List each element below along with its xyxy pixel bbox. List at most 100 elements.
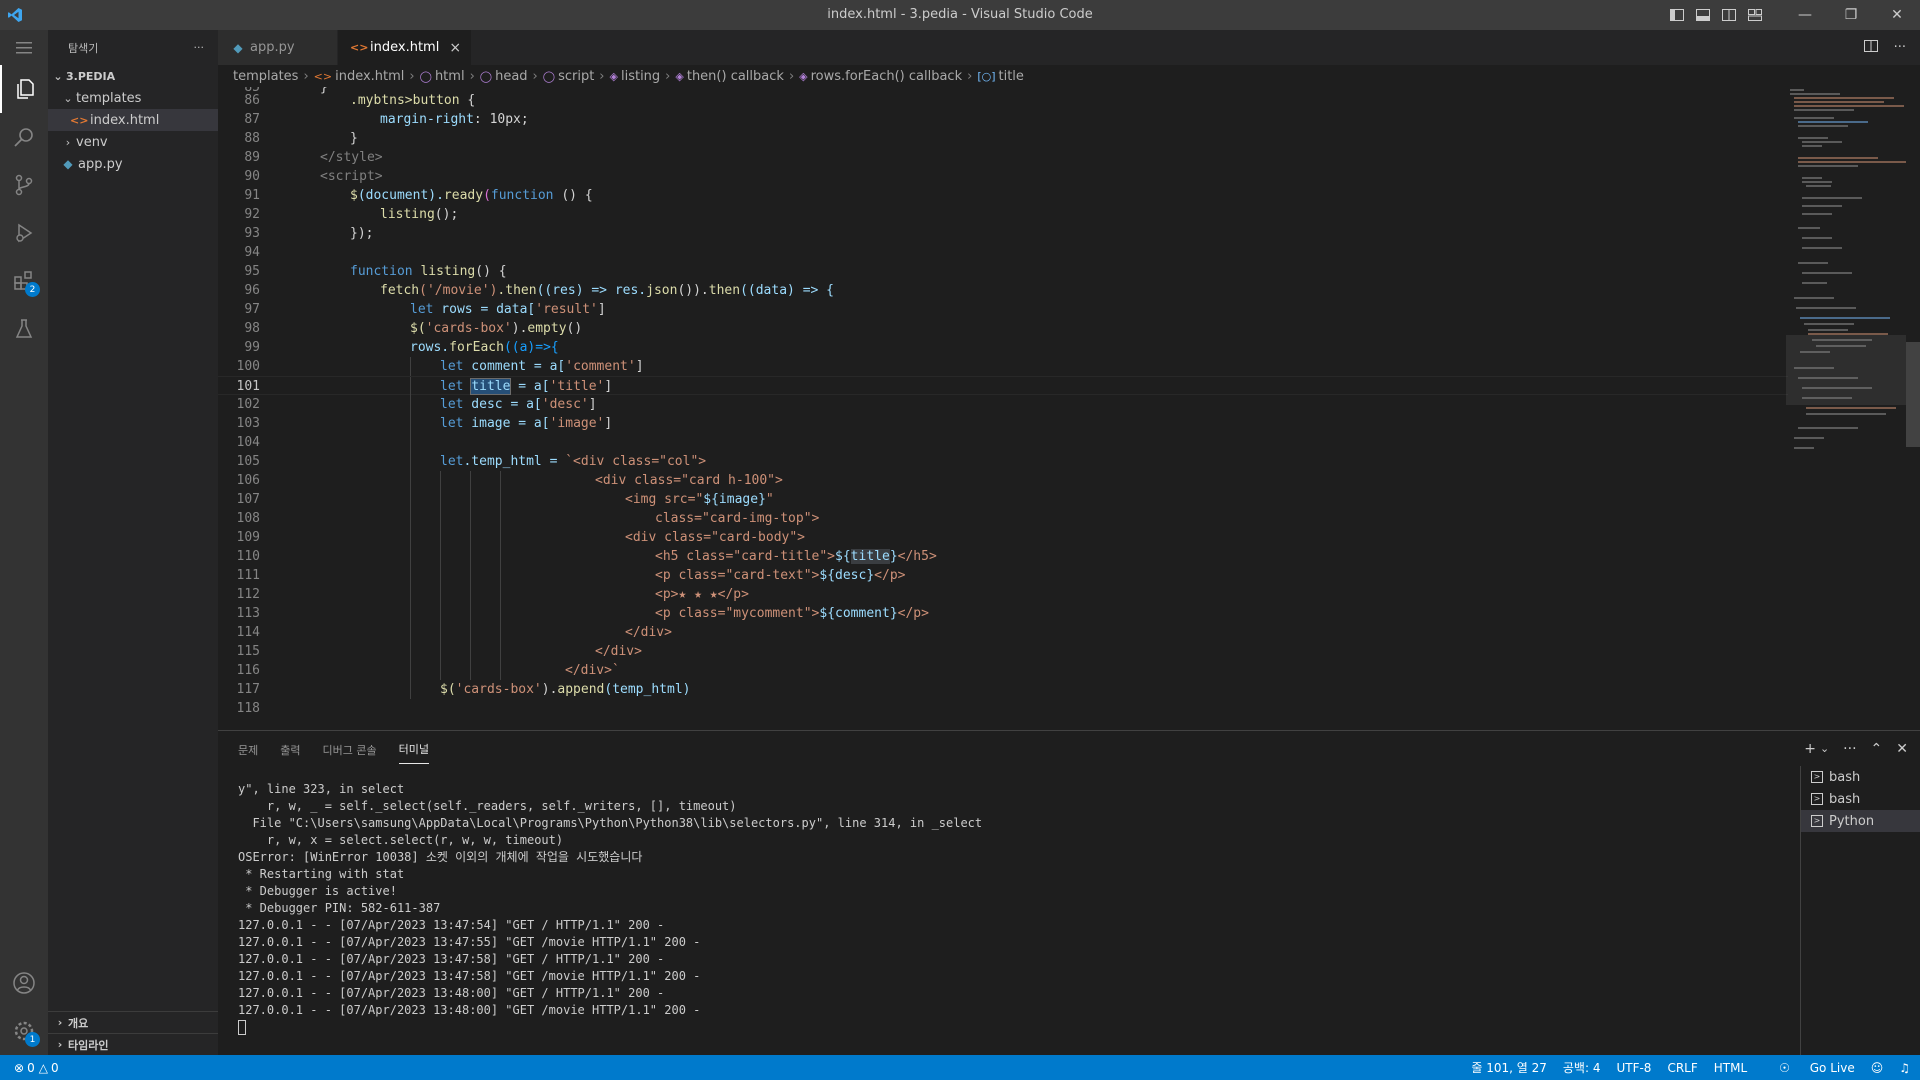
- menu-icon[interactable]: [0, 30, 48, 65]
- testing-icon[interactable]: [0, 305, 48, 353]
- line-number: 105: [236, 454, 260, 469]
- line-number: 117: [236, 682, 260, 697]
- explorer-icon[interactable]: [0, 65, 48, 113]
- encoding[interactable]: UTF-8: [1616, 1061, 1651, 1075]
- panel-more-button[interactable]: ···: [1843, 741, 1856, 757]
- line-number: 100: [236, 359, 260, 374]
- breadcrumb-item[interactable]: index.html: [335, 69, 404, 84]
- editor-more-button[interactable]: ···: [1894, 40, 1906, 55]
- maximize-panel-icon[interactable]: ⌃: [1871, 741, 1883, 757]
- minimap[interactable]: [1786, 87, 1908, 730]
- vscode-logo-icon[interactable]: [0, 0, 30, 30]
- code-line: 94: [218, 243, 1788, 262]
- notifications-bell-icon[interactable]: ♫: [1899, 1061, 1910, 1075]
- highlighted-word: title: [850, 549, 890, 564]
- tab-label: app.py: [250, 40, 295, 55]
- code-editor[interactable]: 85} 86 .mybtns>button { 87 margin-right: 1…: [218, 87, 1920, 730]
- breadcrumb-item[interactable]: title: [999, 69, 1024, 84]
- line-number: 86: [244, 93, 260, 108]
- code-line: 118: [218, 699, 1788, 718]
- code-line: 95 function listing() {: [218, 262, 1788, 281]
- line-number: 112: [236, 587, 260, 602]
- breadcrumb-item[interactable]: then() callback: [687, 69, 784, 84]
- run-debug-icon[interactable]: [0, 209, 48, 257]
- restore-icon[interactable]: ❐: [1828, 0, 1874, 30]
- symbol-method-icon: ◈: [609, 69, 618, 83]
- terminal-line: OSError: [WinError 10038] 소켓 이외의 개체에 작업을…: [238, 850, 643, 864]
- breadcrumb-item[interactable]: rows.forEach() callback: [811, 69, 963, 84]
- terminal-cursor: [238, 1020, 246, 1035]
- toggle-secondary-sidebar-icon[interactable]: [1716, 0, 1742, 30]
- new-terminal-button[interactable]: +: [1804, 741, 1816, 757]
- cursor-position[interactable]: 줄 101, 열 27: [1471, 1059, 1547, 1076]
- breadcrumb-item[interactable]: html: [435, 69, 465, 84]
- breadcrumb-item[interactable]: head: [495, 69, 527, 84]
- toggle-panel-icon[interactable]: [1690, 0, 1716, 30]
- tab-debug-console[interactable]: 디버그 콘솔: [323, 734, 377, 764]
- customize-layout-icon[interactable]: [1742, 0, 1768, 30]
- chevron-right-icon: ›: [665, 68, 671, 84]
- breadcrumb-item[interactable]: templates: [233, 69, 298, 84]
- explorer-more-button[interactable]: ···: [194, 41, 205, 54]
- html-file-icon: <>: [350, 41, 369, 54]
- tab-app-py[interactable]: ◆ app.py: [218, 30, 338, 65]
- toggle-sidebar-icon[interactable]: [1664, 0, 1690, 30]
- editor-tabs: ◆ app.py <> index.html × ···: [218, 30, 1920, 65]
- window-title: index.html - 3.pedia - Visual Studio Cod…: [827, 7, 1093, 22]
- tree-item-templates[interactable]: ⌄ templates: [48, 87, 218, 109]
- line-number: 88: [244, 131, 260, 146]
- split-editor-icon[interactable]: [1863, 39, 1878, 56]
- indentation[interactable]: 공백: 4: [1563, 1059, 1601, 1076]
- outline-section[interactable]: › 개요: [48, 1011, 218, 1033]
- settings-gear-icon[interactable]: 1: [0, 1007, 48, 1055]
- minimize-icon[interactable]: —: [1782, 0, 1828, 30]
- symbol-variable-icon: [○]: [977, 69, 996, 83]
- tab-problems[interactable]: 문제: [238, 734, 258, 764]
- terminal-item-bash[interactable]: > bash: [1801, 788, 1920, 810]
- status-bar: ⊗ 0 △ 0 줄 101, 열 27 공백: 4 UTF-8 CRLF HTM…: [0, 1055, 1920, 1080]
- tree-item-venv[interactable]: › venv: [48, 131, 218, 153]
- tab-output[interactable]: 출력: [280, 734, 300, 764]
- terminal-output[interactable]: y", line 323, in select r, w, _ = self._…: [238, 781, 1618, 1036]
- problems-status[interactable]: ⊗ 0 △ 0: [0, 1061, 59, 1075]
- chevron-down-icon: ⌄: [63, 91, 73, 105]
- symbol-element-icon: ◯: [542, 69, 556, 83]
- language-mode[interactable]: HTML: [1714, 1061, 1747, 1075]
- terminal-item-bash[interactable]: > bash: [1801, 766, 1920, 788]
- terminal-dropdown-icon[interactable]: ⌄: [1820, 742, 1829, 755]
- html-file-icon: <>: [313, 69, 333, 83]
- timeline-section[interactable]: › 타임라인: [48, 1033, 218, 1055]
- close-window-icon[interactable]: ✕: [1874, 0, 1920, 30]
- close-panel-icon[interactable]: ✕: [1896, 741, 1908, 757]
- tree-item-app-py[interactable]: ◆ app.py: [48, 153, 218, 175]
- tree-item-label: app.py: [78, 156, 123, 172]
- code-line: 93});: [218, 224, 1788, 243]
- breadcrumb-item[interactable]: listing: [621, 69, 660, 84]
- warning-icon: △: [38, 1060, 48, 1075]
- terminal-item-python[interactable]: > Python: [1801, 810, 1920, 832]
- line-number: 106: [236, 473, 260, 488]
- html-file-icon: <>: [70, 113, 89, 127]
- explorer-sidebar: 탐색기 ··· ⌄ 3.PEDIA ⌄ templates <> index.h…: [48, 30, 218, 1055]
- tab-label: index.html: [370, 40, 440, 55]
- chevron-right-icon: ›: [409, 68, 415, 84]
- line-ending[interactable]: CRLF: [1667, 1061, 1697, 1075]
- tab-terminal[interactable]: 터미널: [398, 733, 429, 764]
- go-live-button[interactable]: ☉ Go Live: [1763, 1061, 1855, 1075]
- line-number: 116: [236, 663, 260, 678]
- terminal-line: r, w, _ = self._select(self._readers, se…: [238, 799, 737, 813]
- feedback-icon[interactable]: ☺: [1871, 1061, 1884, 1075]
- extensions-icon[interactable]: 2: [0, 257, 48, 305]
- search-icon[interactable]: [0, 113, 48, 161]
- close-tab-icon[interactable]: ×: [449, 40, 461, 56]
- tree-item-index-html[interactable]: <> index.html: [48, 109, 218, 131]
- workspace-root[interactable]: ⌄ 3.PEDIA: [48, 65, 218, 87]
- line-number: 98: [244, 321, 260, 336]
- tab-index-html[interactable]: <> index.html ×: [338, 30, 473, 65]
- account-icon[interactable]: [0, 959, 48, 1007]
- code-line: 110 <h5 class="card-title">${title}</h5>: [218, 547, 1788, 566]
- breadcrumb-item[interactable]: script: [558, 69, 594, 84]
- source-control-icon[interactable]: [0, 161, 48, 209]
- editor-scrollbar[interactable]: [1906, 342, 1920, 447]
- code-line: 99 rows.forEach((a)=>{: [218, 338, 1788, 357]
